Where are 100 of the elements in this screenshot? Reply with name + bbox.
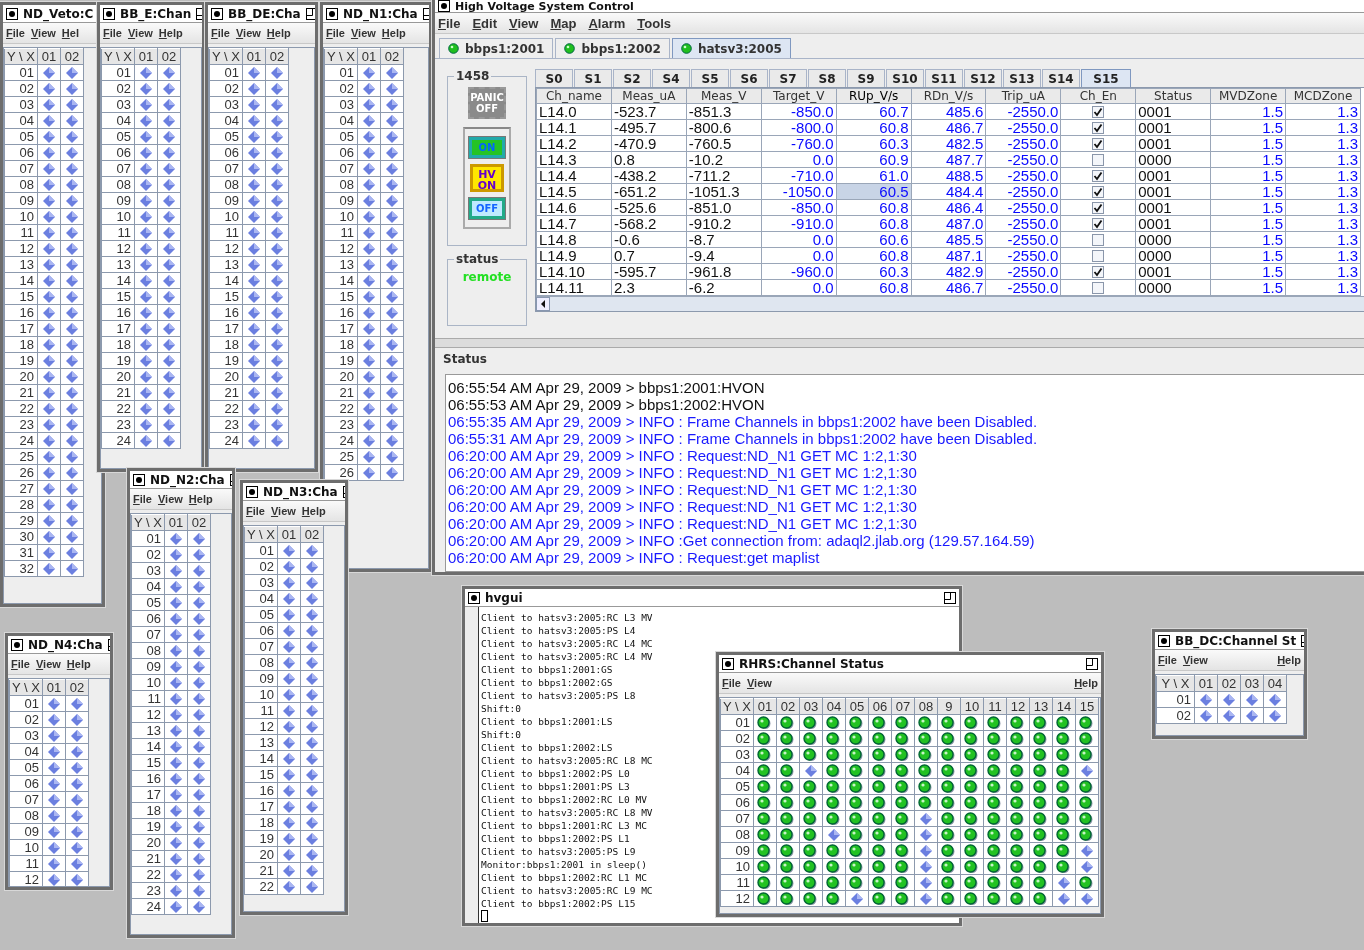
menu-item[interactable]: Map [550,15,577,31]
table-cell: -2550.0 [985,119,1061,136]
slot-tab[interactable]: S0 [535,69,573,87]
menu-item[interactable]: View [35,658,61,670]
column-header[interactable]: Target_V [761,88,837,104]
menu-item[interactable]: Help [66,658,91,670]
menu-item[interactable]: View [127,27,153,39]
checkbox[interactable] [1092,265,1105,278]
window-menu-icon[interactable] [326,7,338,20]
column-header[interactable]: Meas_V [686,88,762,104]
menu-item[interactable]: Tools [637,15,671,31]
menu-item[interactable]: File [211,27,230,39]
slot-tab[interactable]: S10 [886,69,924,87]
slot-tab[interactable]: S4 [652,69,690,87]
window-menu-icon[interactable] [11,638,23,651]
column-header[interactable]: Status [1135,88,1211,104]
menu-item[interactable]: Help [266,27,291,39]
table-cell: -0.6 [611,231,687,248]
checkbox[interactable] [1092,185,1105,198]
slot-tab[interactable]: S11 [925,69,963,87]
checkbox[interactable] [1092,233,1105,246]
hv-on-button[interactable]: HV ON [470,164,504,192]
menu-item[interactable]: Hel [61,27,79,39]
menu-item[interactable]: Help [158,27,183,39]
slot-tab[interactable]: S13 [1003,69,1041,87]
checkbox[interactable] [1092,217,1105,230]
checkbox[interactable] [1092,201,1105,214]
menu-item[interactable]: File [103,27,122,39]
menu-item[interactable]: View [746,677,772,689]
menu-item[interactable]: File [722,677,741,689]
column-header[interactable]: RUp_V/s [836,88,912,104]
menu-item[interactable]: Help [381,27,406,39]
slot-tab[interactable]: S6 [730,69,768,87]
menu-item[interactable]: View [235,27,261,39]
menu-item[interactable]: File [438,15,461,31]
menu-item[interactable]: Help [188,493,213,505]
checkbox[interactable] [1092,249,1105,262]
checkbox[interactable] [1092,105,1105,118]
column-header[interactable]: Trip_uA [985,88,1061,104]
window-menu-icon[interactable] [438,0,450,12]
slot-tab[interactable]: S14 [1042,69,1080,87]
column-header[interactable]: RDn_V/s [911,88,986,104]
slot-tab[interactable]: S8 [808,69,846,87]
column-header[interactable]: Meas_uA [611,88,687,104]
menu-item[interactable]: View [30,27,56,39]
slot-tab[interactable]: S1 [574,69,612,87]
window-menu-icon[interactable] [722,657,734,670]
menu-item[interactable]: File [246,505,265,517]
column-header: Y \ X [131,514,165,531]
window-menu-icon[interactable] [468,591,480,604]
menu-item[interactable]: View [157,493,183,505]
column-header: 07 [891,698,915,715]
window-menu-icon[interactable] [211,7,223,20]
column-header[interactable]: Ch_name [536,88,612,104]
menu-item[interactable]: View [270,505,296,517]
console-line: Shift:0 [481,702,522,715]
checkbox[interactable] [1092,281,1105,294]
slot-tab[interactable]: S5 [691,69,729,87]
menu-item[interactable]: File [6,27,25,39]
column-header[interactable]: MVDZone [1210,88,1286,104]
column-header: 01 [242,48,266,65]
slot-tab[interactable]: S9 [847,69,885,87]
window-menu-icon[interactable] [246,485,258,498]
checkbox[interactable] [1092,137,1105,150]
menu-item[interactable]: Help [301,505,326,517]
menu-item[interactable]: Help [1074,677,1098,689]
window-menu-icon[interactable] [133,473,145,486]
table-cell: 1.3 [1285,247,1361,264]
slot-tab[interactable]: S12 [964,69,1002,87]
crate-tab[interactable]: bbps1:2001 [439,38,554,58]
menu-item[interactable]: View [509,15,539,31]
crate-tab[interactable]: bbps1:2002 [555,38,670,58]
slot-tab[interactable]: S7 [769,69,807,87]
menu-item[interactable]: Help [1277,654,1301,666]
maximize-icon[interactable] [305,7,315,20]
menu-item[interactable]: File [1158,654,1177,666]
table-cell: -910.2 [686,215,762,232]
menu-item[interactable]: File [11,658,30,670]
menu-item[interactable]: Alarm [588,15,626,31]
checkbox[interactable] [1092,169,1105,182]
scroll-left-icon[interactable] [536,297,550,311]
off-button[interactable]: OFF [469,198,505,219]
menu-item[interactable]: View [1182,654,1208,666]
slot-tab[interactable]: S15 [1081,69,1131,87]
window-menu-icon[interactable] [6,7,18,20]
menu-item[interactable]: File [326,27,345,39]
maximize-icon[interactable] [944,591,956,604]
window-menu-icon[interactable] [103,7,115,20]
menu-item[interactable]: File [133,493,152,505]
scrollbar[interactable] [536,296,1364,311]
menu-item[interactable]: Edit [472,15,497,31]
column-header[interactable]: MCDZone [1285,88,1361,104]
crate-tab[interactable]: hatsv3:2005 [671,38,791,58]
window-menu-icon[interactable] [1158,634,1170,647]
checkbox[interactable] [1092,153,1105,166]
maximize-icon[interactable] [1086,657,1098,670]
menu-item[interactable]: View [350,27,376,39]
slot-tab[interactable]: S2 [613,69,651,87]
checkbox[interactable] [1092,121,1105,134]
column-header[interactable]: Ch_En [1060,88,1136,104]
